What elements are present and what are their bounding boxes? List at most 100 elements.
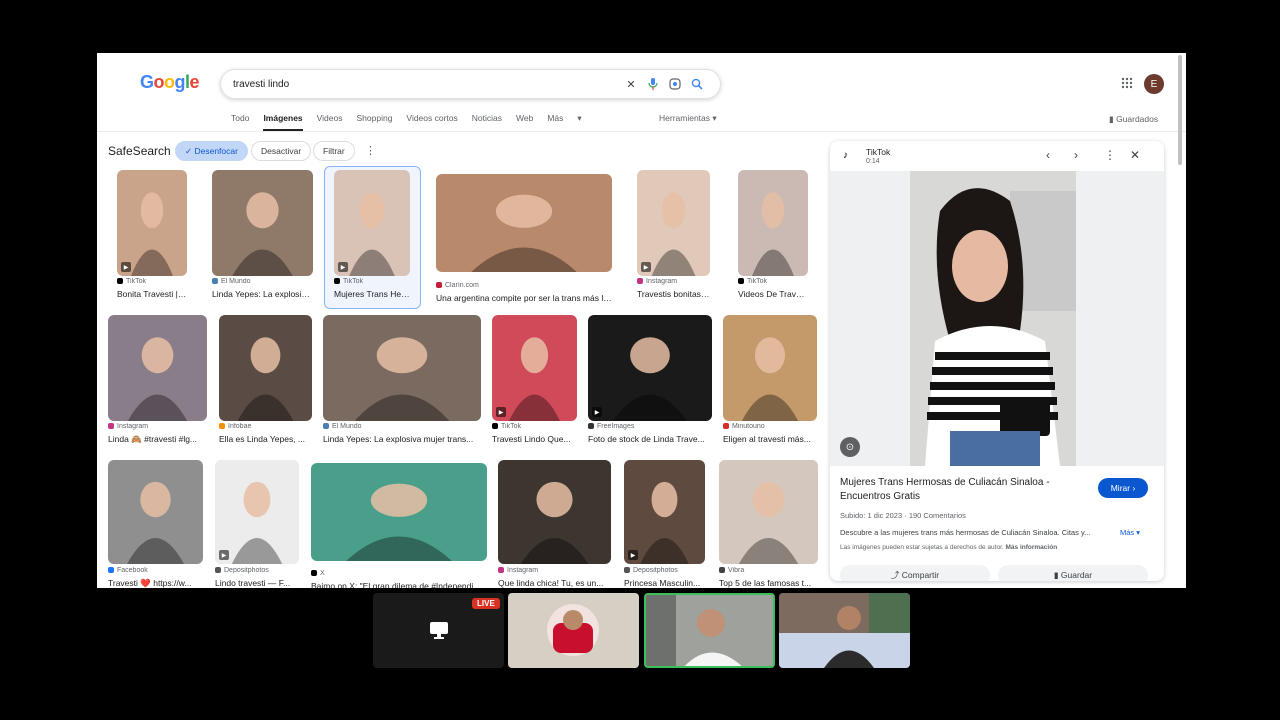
- result-title[interactable]: Travestis bonitas n...: [637, 289, 710, 299]
- result-source[interactable]: Instagram: [108, 423, 207, 430]
- result-thumbnail[interactable]: [719, 460, 818, 564]
- blur-chip[interactable]: ✓ Desenfocar: [175, 141, 248, 161]
- tab-4[interactable]: Videos cortos: [406, 113, 457, 131]
- result-source[interactable]: Clarín.com: [436, 282, 612, 289]
- tab-3[interactable]: Shopping: [357, 113, 393, 131]
- result-thumbnail[interactable]: [723, 315, 817, 421]
- result-thumbnail[interactable]: ▶: [588, 315, 712, 421]
- mic-icon[interactable]: [642, 73, 664, 95]
- result-title[interactable]: Bonita Travesti | Tik...: [117, 289, 187, 299]
- google-logo[interactable]: Google: [140, 72, 200, 93]
- share-button[interactable]: ⤴ Compartir: [840, 565, 990, 581]
- result-source[interactable]: X: [311, 570, 487, 577]
- result-source[interactable]: Instagram: [498, 567, 611, 574]
- tab-5[interactable]: Noticias: [472, 113, 502, 131]
- close-icon[interactable]: ✕: [620, 73, 642, 95]
- result-thumbnail[interactable]: [212, 170, 313, 276]
- prev-icon[interactable]: ‹: [1046, 148, 1050, 162]
- result-thumbnail[interactable]: [311, 463, 487, 561]
- result-source[interactable]: Depositphotos: [215, 567, 299, 574]
- result-title[interactable]: Eligen al travesti más...: [723, 434, 817, 444]
- result-thumbnail[interactable]: ▶: [215, 460, 299, 564]
- result-source[interactable]: TikTok: [334, 278, 410, 285]
- result-title[interactable]: Linda 🙈 #travesti #lg...: [108, 434, 207, 445]
- more-vert-icon[interactable]: ⋮: [1104, 148, 1116, 162]
- tab-7[interactable]: Más: [547, 113, 563, 131]
- tab-0[interactable]: Todo: [231, 113, 249, 131]
- result-source[interactable]: Minutouno: [723, 423, 817, 430]
- result-source[interactable]: TikTok: [117, 278, 187, 285]
- result-title[interactable]: Lindo travesti — F...: [215, 578, 299, 588]
- result-thumbnail[interactable]: ▶: [492, 315, 577, 421]
- close-icon[interactable]: ✕: [1130, 148, 1140, 162]
- result-title[interactable]: Princesa Masculin...: [624, 578, 705, 588]
- filter-chip[interactable]: Filtrar: [313, 141, 355, 161]
- participant-tile[interactable]: [779, 593, 910, 668]
- watch-button[interactable]: Mirar ›: [1098, 478, 1148, 498]
- panel-hero-image[interactable]: [910, 171, 1076, 466]
- search-box[interactable]: ✕: [220, 69, 721, 99]
- off-chip[interactable]: Desactivar: [251, 141, 312, 161]
- result-title[interactable]: Mujeres Trans Her...: [334, 289, 410, 299]
- result-source[interactable]: Vibra: [719, 567, 818, 574]
- result-thumbnail[interactable]: [323, 315, 481, 421]
- result-thumbnail[interactable]: [498, 460, 611, 564]
- result-source[interactable]: TikTok: [492, 423, 577, 430]
- search-icon[interactable]: [686, 73, 708, 95]
- panel-title[interactable]: Mujeres Trans Hermosas de Culiacán Sinal…: [840, 476, 1080, 504]
- apps-grid-icon[interactable]: [1121, 76, 1133, 92]
- panel-source[interactable]: TikTok: [866, 147, 890, 157]
- active-participant-tile[interactable]: [644, 593, 775, 668]
- more-description-link[interactable]: Más ▾: [1120, 528, 1140, 537]
- lens-icon[interactable]: ⊙: [840, 437, 860, 457]
- search-input[interactable]: [233, 78, 620, 90]
- result-title[interactable]: Que linda chica! Tu, es un...: [498, 578, 611, 588]
- result-title[interactable]: Una argentina compite por ser la trans m…: [436, 293, 612, 303]
- result-image: [346, 483, 452, 561]
- result-title[interactable]: Linda Yepes: La explosiva...: [212, 289, 313, 299]
- result-title[interactable]: Travesti ❤️ https://w...: [108, 578, 203, 588]
- result-thumbnail[interactable]: ▶: [624, 460, 705, 564]
- save-button[interactable]: ▮ Guardar: [998, 565, 1148, 581]
- result-source[interactable]: El Mundo: [212, 278, 313, 285]
- result-source[interactable]: Infobae: [219, 423, 312, 430]
- tab-1[interactable]: Imágenes: [263, 113, 303, 131]
- share-label: Compartir: [901, 570, 940, 580]
- result-title[interactable]: Top 5 de las famosas t...: [719, 578, 818, 588]
- result-title[interactable]: Ella es Linda Yepes, ...: [219, 434, 312, 444]
- result-thumbnail[interactable]: [108, 315, 207, 421]
- source-favicon-icon: [212, 278, 218, 285]
- result-thumbnail[interactable]: ▶: [637, 170, 710, 276]
- result-title[interactable]: Videos De Travesti ...: [738, 289, 808, 299]
- result-source[interactable]: El Mundo: [323, 423, 481, 430]
- more-options-icon[interactable]: ⋮: [365, 144, 376, 157]
- rights-link[interactable]: Más información: [1006, 544, 1058, 551]
- avatar[interactable]: E: [1144, 74, 1164, 94]
- result-thumbnail[interactable]: ▶: [117, 170, 187, 276]
- tab-2[interactable]: Videos: [317, 113, 343, 131]
- result-source[interactable]: Instagram: [637, 278, 710, 285]
- source-name: El Mundo: [332, 423, 362, 430]
- tab-6[interactable]: Web: [516, 113, 533, 131]
- saved-button[interactable]: ▮ Guardados: [1109, 114, 1158, 125]
- result-title[interactable]: Foto de stock de Linda Trave...: [588, 434, 712, 444]
- page-scrollbar[interactable]: [1178, 55, 1182, 165]
- result-title[interactable]: Travesti Lindo Que...: [492, 434, 577, 444]
- lens-icon[interactable]: [664, 73, 686, 95]
- result-thumbnail[interactable]: [436, 174, 612, 272]
- play-icon: ▶: [496, 407, 506, 417]
- result-title[interactable]: Baimo on X: "El gran dilema de #Independ…: [311, 581, 487, 588]
- next-icon[interactable]: ›: [1074, 148, 1078, 162]
- result-thumbnail[interactable]: ▶: [334, 170, 410, 276]
- result-source[interactable]: Depositphotos: [624, 567, 705, 574]
- play-icon: ▶: [641, 262, 651, 272]
- tools-button[interactable]: Herramientas ▾: [659, 113, 717, 124]
- result-thumbnail[interactable]: [108, 460, 203, 564]
- participant-tile[interactable]: [508, 593, 639, 668]
- result-source[interactable]: FreeImages: [588, 423, 712, 430]
- result-thumbnail[interactable]: [219, 315, 312, 421]
- result-source[interactable]: Facebook: [108, 567, 203, 574]
- result-source[interactable]: TikTok: [738, 278, 808, 285]
- result-title[interactable]: Linda Yepes: La explosiva mujer trans...: [323, 434, 481, 444]
- result-thumbnail[interactable]: [738, 170, 808, 276]
